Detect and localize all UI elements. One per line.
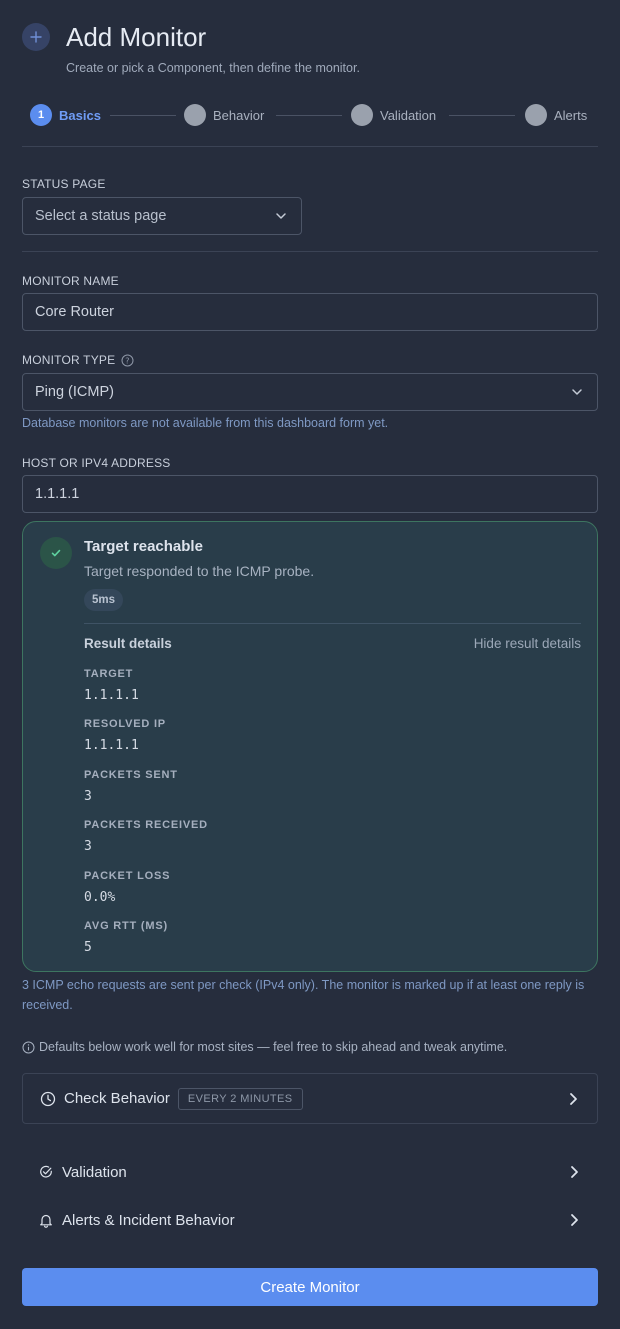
detail-value-target: 1.1.1.1 [84,688,139,703]
monitor-type-value: Ping (ICMP) [35,384,114,400]
detail-value-packet-loss: 0.0% [84,890,116,905]
page-title: Add Monitor [66,22,207,52]
detail-value-avg-rtt: 5 [84,940,92,955]
detail-key-packets-sent: PACKETS SENT [84,769,178,781]
detail-value-resolved-ip: 1.1.1.1 [84,738,139,753]
check-interval-badge: EVERY 2 MINUTES [177,1087,303,1110]
status-page-select[interactable]: Select a status page [22,197,302,235]
detail-value-packets-sent: 3 [84,789,92,804]
icmp-note: 3 ICMP echo requests are sent per check … [22,978,585,1012]
chevron-down-icon [276,213,286,219]
chevron-down-icon [572,389,582,395]
chevron-right-icon [570,1093,577,1105]
check-behavior-label: Check Behavior [64,1090,170,1107]
detail-key-packets-received: PACKETS RECEIVED [84,819,208,831]
detail-key-packet-loss: PACKET LOSS [84,870,171,882]
step-connector [110,115,176,116]
detail-key-resolved-ip: RESOLVED IP [84,718,166,730]
step-behavior-label[interactable]: Behavior [213,108,264,124]
create-monitor-button[interactable]: Create Monitor [22,1268,598,1306]
divider [22,146,598,147]
monitor-type-help: Database monitors are not available from… [22,416,389,430]
clock-icon [40,1091,56,1106]
check-circle-icon [40,1165,52,1178]
monitor-type-label: MONITOR TYPE [22,353,116,367]
monitor-name-label: MONITOR NAME [22,274,119,288]
svg-text:?: ? [126,356,130,365]
chevron-right-icon [571,1166,578,1178]
detail-value-packets-received: 3 [84,839,92,854]
step-basics-label[interactable]: Basics [59,108,101,124]
check-behavior-section[interactable]: Check Behavior EVERY 2 MINUTES [22,1073,598,1124]
check-icon [40,537,72,569]
result-subtitle: Target responded to the ICMP probe. [84,563,315,579]
info-icon [22,1041,35,1053]
divider [22,251,598,252]
step-1-indicator[interactable]: 1 [30,104,52,126]
status-page-placeholder: Select a status page [35,208,167,224]
help-circle-icon[interactable]: ? [121,354,134,367]
status-page-label: STATUS PAGE [22,177,106,191]
step-connector [276,115,342,116]
validation-section[interactable]: Validation [22,1157,598,1187]
hide-result-details-link[interactable]: Hide result details [474,635,581,652]
alerts-section[interactable]: Alerts & Incident Behavior [22,1205,598,1235]
add-icon [22,23,50,51]
detail-key-target: TARGET [84,668,134,680]
result-card: Target reachable Target responded to the… [22,521,598,972]
result-details-title: Result details [84,636,172,651]
defaults-note: Defaults below work well for most sites … [39,1040,508,1054]
bell-icon [40,1214,52,1228]
defaults-note-row: Defaults below work well for most sites … [22,1039,507,1055]
latency-badge: 5ms [84,589,124,611]
step-4-indicator[interactable] [525,104,547,126]
host-label: HOST OR IPV4 ADDRESS [22,456,171,470]
validation-label: Validation [62,1163,127,1181]
detail-key-avg-rtt: AVG RTT (MS) [84,920,168,932]
step-2-indicator[interactable] [184,104,206,126]
monitor-type-label-row: MONITOR TYPE ? [22,353,134,367]
monitor-name-input[interactable]: Core Router [22,293,598,331]
result-title: Target reachable [84,538,203,555]
divider [84,623,581,624]
monitor-type-select[interactable]: Ping (ICMP) [22,373,598,411]
chevron-right-icon [571,1214,578,1226]
host-input[interactable]: 1.1.1.1 [22,475,598,513]
page-subtitle: Create or pick a Component, then define … [66,61,360,75]
step-alerts-label[interactable]: Alerts [554,108,587,124]
alerts-label: Alerts & Incident Behavior [62,1211,235,1229]
step-3-indicator[interactable] [351,104,373,126]
step-connector [449,115,515,116]
step-validation-label[interactable]: Validation [380,108,436,124]
